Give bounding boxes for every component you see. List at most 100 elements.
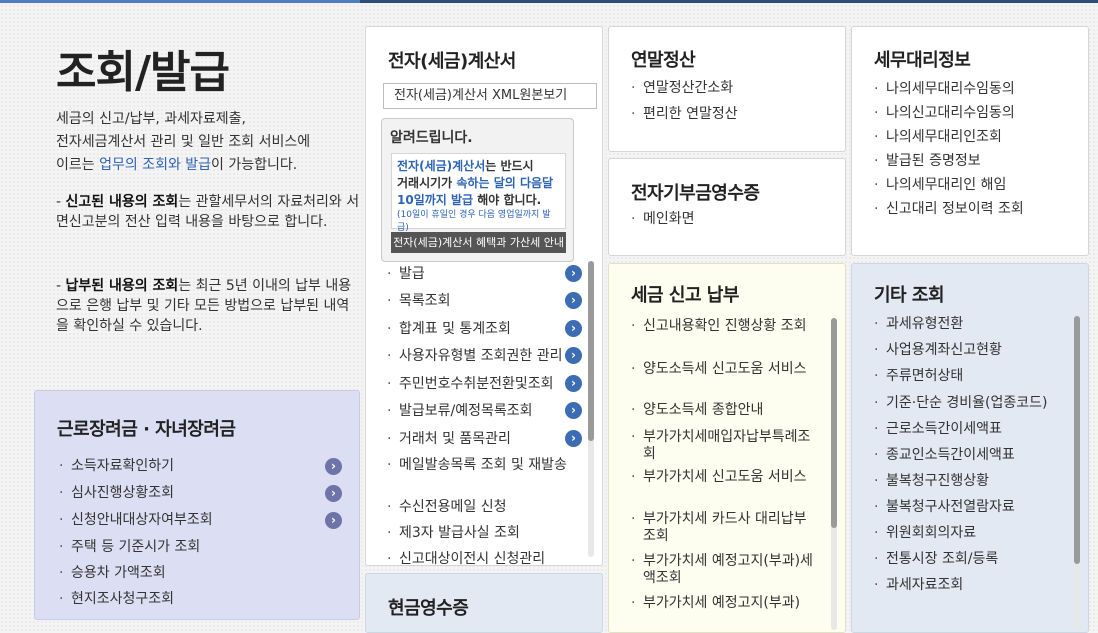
note-reported: - 신고된 내용의 조회는 관할세무서의 자료처리와 서면신고분의 전산 입력 … [56,194,360,230]
einvoice-item-7[interactable]: 거래처 및 품목관리 [385,431,581,457]
year-end-list: 연말정산간소화 편리한 연말정산 [629,80,738,132]
tax-agent-item-4[interactable]: 발급된 증명정보 [872,153,1024,177]
year-end-item-label: 편리한 연말정산 [643,106,738,122]
einvoice-item-6[interactable]: 발급보류/예정목록조회 [385,403,581,431]
intro-line-2: 전자세금계산서 관리 및 일반 조회 서비스에 [56,134,311,150]
panel-einvoice-title: 전자(세금)계산서 [388,51,516,72]
intro-line-3: 이르는 업무의 조회와 발급이 가능합니다. [56,154,356,177]
xml-original-select[interactable]: 전자(세금)계산서 XML원본보기 [383,83,597,109]
panel-tax-report-title: 세금 신고 납부 [631,285,739,306]
tax-report-item-label: 부가가치세 신고도움 서비스 [643,469,807,485]
earned-item-2[interactable]: 심사진행상황조회 [57,485,213,512]
other-item-label: 주류면허상태 [886,368,964,384]
year-end-item-1[interactable]: 연말정산간소화 [629,80,738,106]
einvoice-item-5[interactable]: 주민번호수취분전환및조회 [385,376,581,403]
einvoice-item-8[interactable]: 메일발송목록 조회 및 재발송 [385,457,579,499]
tax-report-item-2[interactable]: 양도소득세 신고도움 서비스 [629,361,814,402]
einvoice-scrollbar[interactable] [588,261,594,557]
intro-line-3-pre: 이르는 [56,157,100,173]
panel-other-lookups: 기타 조회 과세유형전환 사업용계좌신고현황 주류면허상태 기준·단순 경비율(… [851,263,1089,633]
panel-donation-title: 전자기부금영수증 [631,183,760,204]
einvoice-item-9[interactable]: 수신전용메일 신청 [385,499,581,525]
tax-report-item-label: 신고내용확인 진행상황 조회 [643,318,807,334]
tax-report-scrollbar[interactable] [831,318,837,630]
other-item-5[interactable]: 근로소득간이세액표 [872,421,1072,447]
tax-report-item-8[interactable]: 부가가치세 예정고지(부과) [629,595,814,629]
chevron-right-icon[interactable]: › [565,320,582,337]
einvoice-item-2[interactable]: 목록조회 [385,293,581,321]
year-end-item-2[interactable]: 편리한 연말정산 [629,106,738,132]
panel-other-lookups-title: 기타 조회 [874,285,945,306]
other-item-6[interactable]: 종교인소득간이세액표 [872,447,1072,473]
einvoice-item-label: 수신전용메일 신청 [399,499,507,515]
chevron-right-icon[interactable]: › [565,375,582,392]
panel-tax-agent-title: 세무대리정보 [874,50,971,71]
other-lookups-scroll-thumb[interactable] [1074,316,1080,564]
other-item-11[interactable]: 과세자료조회 [872,577,1072,603]
chevron-right-icon[interactable]: › [325,512,342,529]
einvoice-item-label: 주민번호수취분전환및조회 [399,376,554,392]
tax-report-item-7[interactable]: 부가가치세 예정고지(부과)세액조회 [629,553,814,595]
tax-agent-item-5[interactable]: 나의세무대리인 해임 [872,177,1024,201]
chevron-right-icon[interactable]: › [325,485,342,502]
tax-agent-item-3[interactable]: 나의세무대리인조회 [872,129,1024,153]
intro-highlight: 업무의 조회와 발급 [99,157,212,173]
panel-tax-agent: 세무대리정보 나의세무대리수임동의 나의신고대리수임동의 나의세무대리인조회 발… [851,26,1089,256]
einvoice-item-10[interactable]: 제3자 발급사실 조회 [385,525,581,551]
earned-item-5[interactable]: 승용차 가액조회 [57,565,213,591]
earned-item-label: 승용차 가액조회 [71,565,166,581]
tax-report-scroll-thumb[interactable] [831,318,837,528]
einvoice-item-11[interactable]: 신고대상이전시 신청관리 [385,551,581,565]
other-item-9[interactable]: 위원회회의자료 [872,525,1072,551]
donation-item-1[interactable]: 메인화면 [629,211,695,237]
other-item-7[interactable]: 불복청구진행상황 [872,473,1072,499]
tax-agent-item-6[interactable]: 신고대리 정보이력 조회 [872,201,1024,225]
other-lookups-list: 과세유형전환 사업용계좌신고현황 주류면허상태 기준·단순 경비율(업종코드) … [872,316,1072,603]
notice-text: 는 반드시 [485,159,534,173]
panel-cash-receipt: 현금영수증 [365,573,603,633]
chevron-right-icon[interactable]: › [565,265,582,282]
other-item-2[interactable]: 사업용계좌신고현황 [872,342,1072,368]
tax-agent-item-label: 나의신고대리수임동의 [886,105,1015,121]
other-lookups-scrollbar[interactable] [1074,316,1080,630]
year-end-item-label: 연말정산간소화 [643,80,734,96]
other-item-4[interactable]: 기준·단순 경비율(업종코드) [872,395,1072,421]
tax-report-item-5[interactable]: 부가가치세 신고도움 서비스 [629,469,814,511]
earned-item-4[interactable]: 주택 등 기준시가 조회 [57,539,213,565]
tax-agent-item-2[interactable]: 나의신고대리수임동의 [872,105,1024,129]
einvoice-item-label: 사용자유형별 조회권한 관리 [399,348,563,364]
tax-report-item-6[interactable]: 부가가치세 카드사 대리납부 조회 [629,511,814,553]
earned-item-1[interactable]: 소득자료확인하기 [57,458,213,485]
panel-donation: 전자기부금영수증 메인화면 [608,158,846,256]
other-item-3[interactable]: 주류면허상태 [872,368,1072,395]
tax-report-item-1[interactable]: 신고내용확인 진행상황 조회 [629,318,814,361]
chevron-right-icon[interactable]: › [565,347,582,364]
einvoice-item-4[interactable]: 사용자유형별 조회권한 관리 [385,348,581,376]
chevron-right-icon[interactable]: › [565,402,582,419]
chevron-right-icon[interactable]: › [325,458,342,475]
tax-report-item-label: 양도소득세 신고도움 서비스 [643,361,807,377]
panel-year-end-title: 연말정산 [631,50,696,71]
intro-description: 세금의 신고/납부, 과세자료제출, 전자세금계산서 관리 및 일반 조회 서비… [56,108,356,177]
notice-title: 알려드립니다. [390,130,473,146]
earned-item-6[interactable]: 현지조사청구조회 [57,591,213,617]
other-item-1[interactable]: 과세유형전환 [872,316,1072,342]
notice-box: 알려드립니다. 전자(세금)계산서는 반드시 거래시기가 속하는 달의 다음달 … [381,118,574,262]
other-item-10[interactable]: 전통시장 조회/등록 [872,551,1072,577]
chevron-right-icon[interactable]: › [565,292,582,309]
einvoice-list: 발급 목록조회 합계표 및 통계조회 사용자유형별 조회권한 관리 주민번호수취… [385,266,581,565]
tax-report-item-label: 부가가치세 예정고지(부과)세액조회 [643,553,813,586]
einvoice-scroll-thumb[interactable] [588,261,594,441]
notice-guide-button[interactable]: 전자(세금)계산서 혜택과 가산세 안내 [391,232,566,253]
other-item-label: 기준·단순 경비율(업종코드) [886,395,1048,411]
other-item-8[interactable]: 불복청구사전열람자료 [872,499,1072,525]
einvoice-item-3[interactable]: 합계표 및 통계조회 [385,321,581,348]
tax-agent-item-1[interactable]: 나의세무대리수임동의 [872,81,1024,105]
tax-report-item-3[interactable]: 양도소득세 종합안내 [629,402,814,429]
donation-list: 메인화면 [629,211,695,237]
chevron-right-icon[interactable]: › [565,430,582,447]
other-item-label: 불복청구진행상황 [886,473,990,489]
earned-item-3[interactable]: 신청안내대상자여부조회 [57,512,213,539]
tax-report-item-4[interactable]: 부가가치세매입자납부특례조회 [629,429,814,469]
einvoice-item-1[interactable]: 발급 [385,266,581,293]
